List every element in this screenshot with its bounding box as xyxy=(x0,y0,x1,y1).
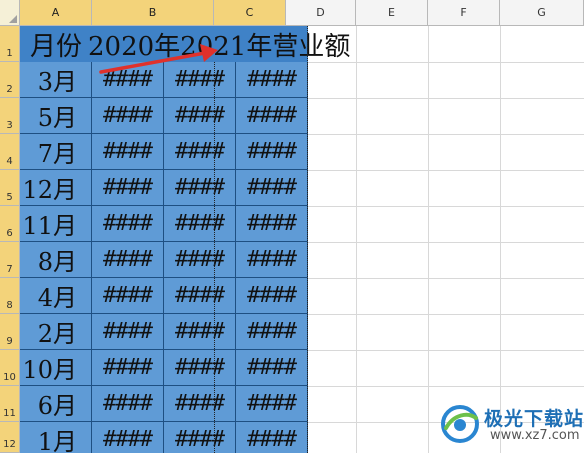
revenue-cell[interactable]: #### xyxy=(92,278,164,314)
row-header-7[interactable]: 7 xyxy=(0,242,20,278)
revenue-cell[interactable]: #### xyxy=(164,422,236,453)
revenue-cell[interactable]: #### xyxy=(236,62,308,98)
column-header-f[interactable]: F xyxy=(428,0,500,26)
row-header-bar: 1 2 3 4 5 6 7 8 9 10 11 12 xyxy=(0,26,20,453)
column-header-bar: A B C D E F G xyxy=(20,0,584,26)
watermark-title: 极光下载站 xyxy=(484,408,584,430)
revenue-cell[interactable]: #### xyxy=(92,62,164,98)
column-header-b[interactable]: B xyxy=(92,0,214,26)
row-header-2[interactable]: 2 xyxy=(0,62,20,98)
month-cell[interactable]: 12月 xyxy=(20,170,92,206)
revenue-cell[interactable]: #### xyxy=(164,350,236,386)
month-cell[interactable]: 8月 xyxy=(20,242,92,278)
row-header-5[interactable]: 5 xyxy=(0,170,20,206)
month-cell[interactable]: 6月 xyxy=(20,386,92,422)
aurora-logo-icon xyxy=(441,405,479,443)
row-header-10[interactable]: 10 xyxy=(0,350,20,386)
revenue-cell[interactable]: #### xyxy=(236,278,308,314)
revenue-cell[interactable]: #### xyxy=(92,422,164,453)
revenue-cell[interactable]: #### xyxy=(92,350,164,386)
dotted-separator xyxy=(214,62,215,453)
column-header-d[interactable]: D xyxy=(286,0,356,26)
header-cell-revenue[interactable]: 2020年2021年营业额 xyxy=(88,26,350,62)
header-cell-month[interactable]: 月份 xyxy=(30,26,82,62)
row-header-3[interactable]: 3 xyxy=(0,98,20,134)
cell-grid[interactable]: 月份 2020年2021年营业额 3月 #### #### #### 5月 #### ###… xyxy=(20,26,584,453)
column-header-g[interactable]: G xyxy=(500,0,584,26)
select-all-corner[interactable] xyxy=(0,0,20,26)
revenue-cell[interactable]: #### xyxy=(164,242,236,278)
revenue-cell[interactable]: #### xyxy=(164,170,236,206)
revenue-cell[interactable]: #### xyxy=(164,386,236,422)
revenue-cell[interactable]: #### xyxy=(236,134,308,170)
dotted-separator xyxy=(307,26,308,453)
column-header-a[interactable]: A xyxy=(20,0,92,26)
month-cell[interactable]: 10月 xyxy=(20,350,92,386)
row-header-11[interactable]: 11 xyxy=(0,386,20,422)
month-cell[interactable]: 2月 xyxy=(20,314,92,350)
revenue-cell[interactable]: #### xyxy=(164,134,236,170)
revenue-cell[interactable]: #### xyxy=(236,386,308,422)
row-header-12[interactable]: 12 xyxy=(0,422,20,453)
revenue-cell[interactable]: #### xyxy=(92,206,164,242)
watermark: 极光下载站 www.xz7.com xyxy=(440,398,584,453)
revenue-cell[interactable]: #### xyxy=(164,206,236,242)
revenue-cell[interactable]: #### xyxy=(92,386,164,422)
revenue-cell[interactable]: #### xyxy=(92,314,164,350)
revenue-cell[interactable]: #### xyxy=(92,134,164,170)
row-header-1[interactable]: 1 xyxy=(0,26,20,62)
row-header-6[interactable]: 6 xyxy=(0,206,20,242)
revenue-cell[interactable]: #### xyxy=(236,314,308,350)
revenue-cell[interactable]: #### xyxy=(236,98,308,134)
gridline xyxy=(428,26,429,453)
month-cell[interactable]: 1月 xyxy=(20,422,92,453)
revenue-cell[interactable]: #### xyxy=(236,242,308,278)
revenue-cell[interactable]: #### xyxy=(164,278,236,314)
revenue-cell[interactable]: #### xyxy=(164,314,236,350)
revenue-cell[interactable]: #### xyxy=(236,206,308,242)
revenue-cell[interactable]: #### xyxy=(92,170,164,206)
row-header-4[interactable]: 4 xyxy=(0,134,20,170)
month-cell[interactable]: 3月 xyxy=(20,62,92,98)
revenue-cell[interactable]: #### xyxy=(92,242,164,278)
month-cell[interactable]: 7月 xyxy=(20,134,92,170)
gridline xyxy=(356,26,357,453)
watermark-url: www.xz7.com xyxy=(490,428,580,443)
revenue-cell[interactable]: #### xyxy=(164,98,236,134)
month-cell[interactable]: 5月 xyxy=(20,98,92,134)
revenue-cell[interactable]: #### xyxy=(236,422,308,453)
select-all-triangle-icon xyxy=(9,15,17,23)
column-header-c[interactable]: C xyxy=(214,0,286,26)
revenue-cell[interactable]: #### xyxy=(236,170,308,206)
month-cell[interactable]: 11月 xyxy=(20,206,92,242)
revenue-cell[interactable]: #### xyxy=(92,98,164,134)
column-header-e[interactable]: E xyxy=(356,0,428,26)
revenue-cell[interactable]: #### xyxy=(164,62,236,98)
spreadsheet: A B C D E F G 1 2 3 4 5 6 7 8 9 10 11 12 xyxy=(0,0,584,453)
month-cell[interactable]: 4月 xyxy=(20,278,92,314)
row-header-9[interactable]: 9 xyxy=(0,314,20,350)
revenue-cell[interactable]: #### xyxy=(236,350,308,386)
row-header-8[interactable]: 8 xyxy=(0,278,20,314)
gridline xyxy=(500,26,501,453)
